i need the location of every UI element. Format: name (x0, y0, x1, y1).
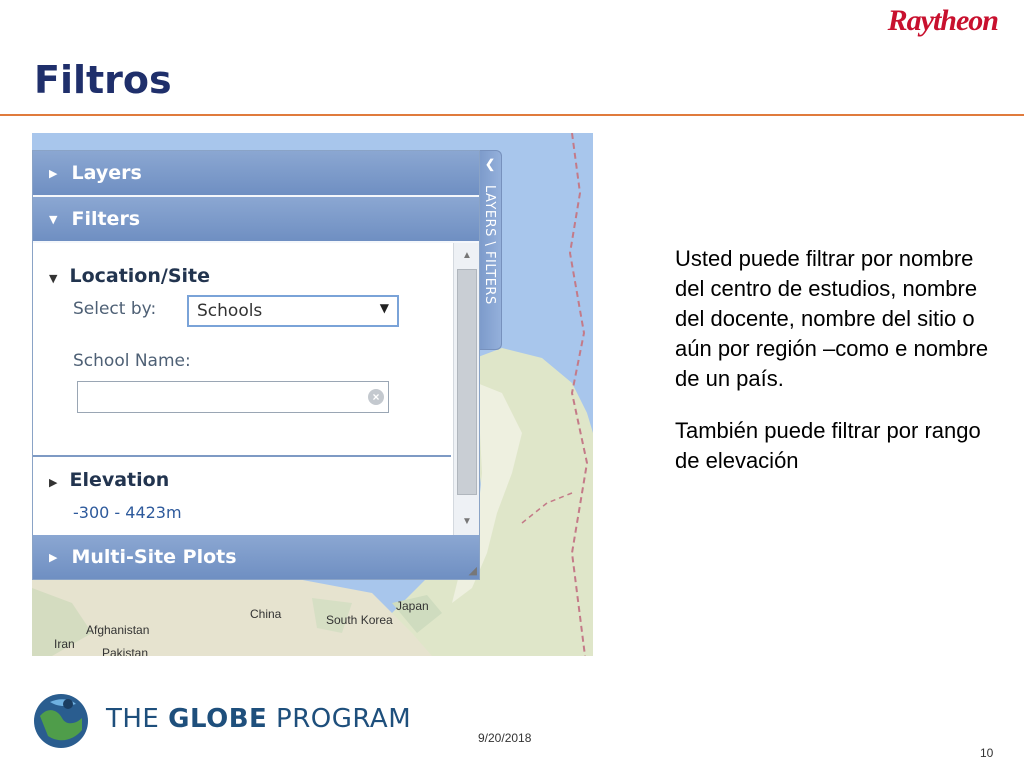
map-label-afghanistan: Afghanistan (86, 623, 150, 637)
location-site-label: Location/Site (69, 265, 210, 287)
clear-icon[interactable]: × (368, 389, 384, 405)
globe-logo-icon (34, 694, 88, 748)
program-suffix: PROGRAM (267, 704, 412, 734)
select-by-label: Select by: (73, 299, 157, 319)
map-label-japan: Japan (396, 599, 429, 613)
school-name-input[interactable]: × (77, 381, 389, 413)
resize-grip-icon[interactable]: ◢ (469, 564, 477, 577)
scroll-up-icon[interactable]: ▲ (454, 245, 480, 267)
page-number: 10 (980, 746, 994, 760)
select-by-dropdown[interactable]: Schools ▼ (187, 295, 399, 327)
layers-header[interactable]: ▶ Layers (33, 151, 479, 195)
title-rule (0, 114, 1024, 116)
location-site-toggle[interactable]: ▼ Location/Site (49, 265, 210, 287)
description-paragraph: También puede filtrar por rango de eleva… (675, 418, 981, 473)
slide-description: Usted puede filtrar por nombre del centr… (675, 244, 995, 476)
slide-title: Filtros (34, 58, 172, 102)
description-paragraph: Usted puede filtrar por nombre del centr… (675, 246, 989, 391)
raytheon-logo: Raytheon (887, 4, 999, 37)
globe-program-wordmark: THE GLOBE PROGRAM (106, 704, 411, 734)
multi-site-plots-header[interactable]: ▶ Multi-Site Plots ◢ (33, 535, 479, 579)
map-label-china: China (250, 607, 282, 621)
elevation-label: Elevation (69, 469, 170, 491)
side-tab-label: LAYERS \ FILTERS (482, 185, 497, 305)
filters-scrollbar[interactable]: ▲ ▼ (453, 243, 479, 535)
program-bold: GLOBE (168, 704, 268, 734)
expand-triangle-icon: ▶ (49, 476, 58, 489)
scroll-thumb[interactable] (457, 269, 477, 495)
expand-triangle-icon: ▶ (49, 550, 58, 564)
select-by-value: Schools (197, 301, 263, 321)
multi-site-plots-label: Multi-Site Plots (71, 546, 237, 568)
layers-filters-side-tab[interactable]: ❮ LAYERS \ FILTERS (480, 150, 502, 350)
collapse-triangle-icon: ▼ (49, 272, 58, 285)
collapse-triangle-icon: ▼ (49, 212, 58, 226)
layers-label: Layers (71, 162, 142, 184)
footer-date: 9/20/2018 (478, 731, 532, 745)
layers-filters-panel: ▶ Layers ▼ Filters ▼ Location/Site Select… (32, 150, 480, 580)
scroll-down-icon[interactable]: ▼ (454, 511, 480, 533)
dropdown-arrow-icon: ▼ (379, 301, 389, 315)
program-prefix: THE (106, 704, 169, 734)
filters-label: Filters (71, 208, 141, 230)
filters-body: ▼ Location/Site Select by: Schools ▼ Scho… (33, 243, 479, 535)
elevation-toggle[interactable]: ▶ Elevation (49, 469, 169, 491)
map-label-iran: Iran (54, 637, 75, 651)
chevron-left-icon: ❮ (485, 157, 496, 171)
filters-header[interactable]: ▼ Filters (33, 197, 479, 241)
map-label-south-korea: South Korea (326, 613, 393, 627)
app-screenshot: China Afghanistan Iran Pakistan Japan So… (32, 133, 593, 656)
elevation-range: -300 - 4423m (73, 503, 182, 522)
map-label-pakistan: Pakistan (102, 646, 149, 656)
school-name-label: School Name: (73, 351, 191, 371)
expand-triangle-icon: ▶ (49, 166, 58, 180)
section-divider (33, 455, 451, 457)
